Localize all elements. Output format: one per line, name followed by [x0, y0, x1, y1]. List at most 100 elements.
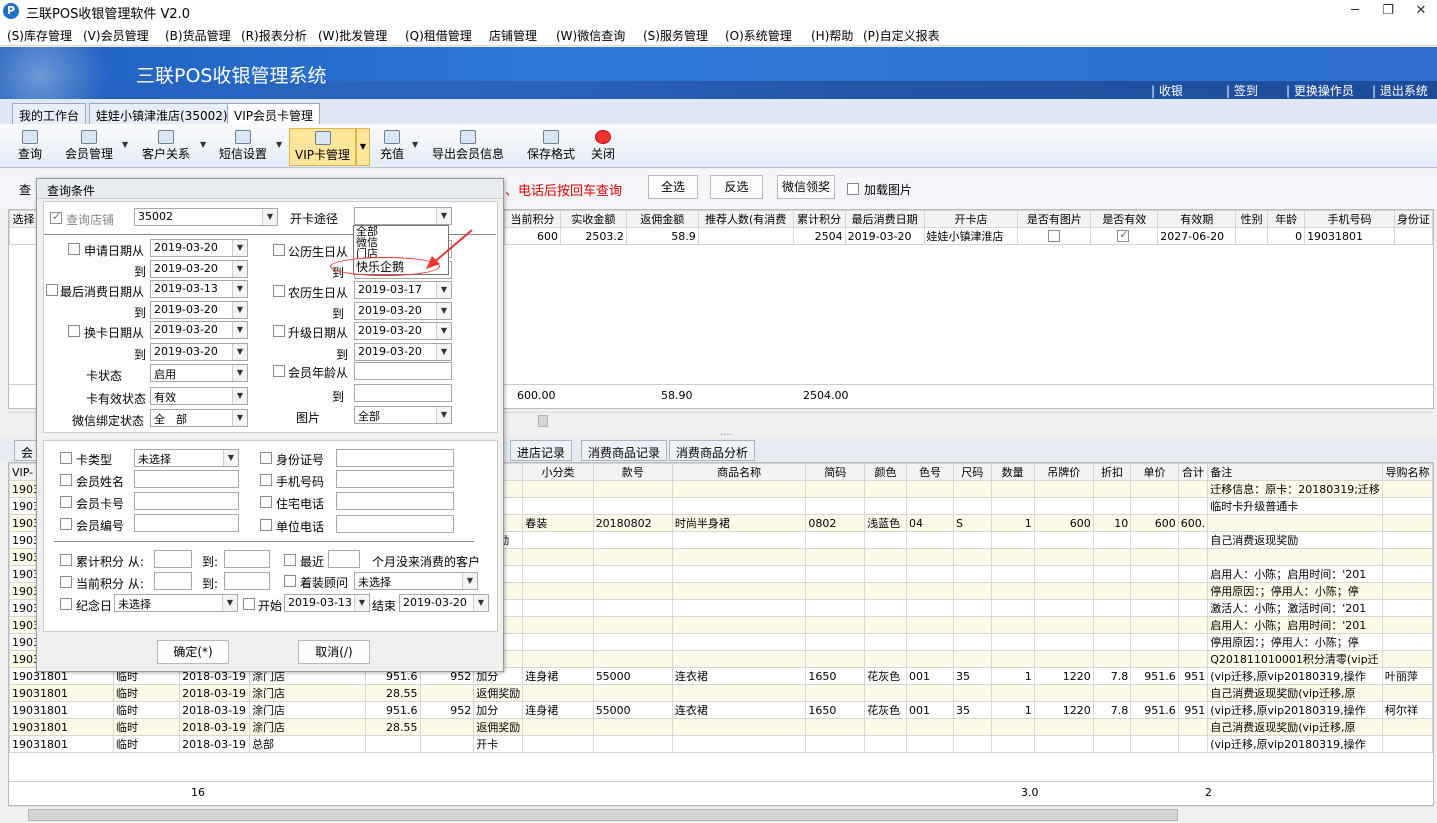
member-name-checkbox[interactable]	[60, 474, 72, 486]
recharge-dropdown-icon[interactable]: ▼	[412, 140, 418, 149]
menu-wechat[interactable]: (W)微信查询	[556, 27, 625, 44]
change-from-date[interactable]: 2019-03-20	[150, 321, 248, 339]
menu-goods[interactable]: (B)货品管理	[165, 27, 231, 44]
link-signin[interactable]: | 签到	[1226, 82, 1258, 99]
col-qty[interactable]: 数量	[990, 463, 1035, 481]
card-type-select[interactable]: 未选择	[134, 449, 239, 467]
member-age-checkbox[interactable]	[273, 365, 285, 377]
col-referrals[interactable]: 推荐人数(有消费	[697, 210, 794, 228]
card-type-checkbox[interactable]	[60, 452, 72, 464]
upgrade-to-date[interactable]: 2019-03-20	[354, 343, 452, 361]
member-manage-dropdown-icon[interactable]: ▼	[122, 140, 128, 149]
menu-custom-report[interactable]: (P)自定义报表	[863, 27, 940, 44]
change-to-date[interactable]: 2019-03-20	[150, 343, 248, 361]
member-manage-button[interactable]: 会员管理	[60, 128, 118, 166]
recent-months-field[interactable]	[328, 550, 360, 568]
total-points-checkbox[interactable]	[60, 554, 72, 566]
col-color-no[interactable]: 色号	[905, 463, 955, 481]
export-member-button[interactable]: 导出会员信息	[430, 128, 506, 166]
tab-vip-card[interactable]: VIP会员卡管理	[227, 103, 320, 125]
menu-help[interactable]: (H)帮助	[811, 27, 853, 44]
wechat-bind-select[interactable]: 全 部	[150, 409, 248, 427]
lunar-birthday-checkbox[interactable]	[273, 285, 285, 297]
query-button[interactable]: 查询	[14, 128, 46, 166]
close-tab-button[interactable]: 关闭	[589, 128, 617, 166]
picture-select[interactable]: 全部	[354, 406, 452, 424]
start-date[interactable]: 2019-03-13	[284, 594, 370, 612]
card-status-select[interactable]: 启用	[150, 364, 248, 382]
valid-cell[interactable]	[1090, 227, 1159, 245]
current-points-to[interactable]	[224, 572, 270, 590]
col-short-code[interactable]: 简码	[805, 463, 866, 481]
valid-status-select[interactable]: 有效	[150, 387, 248, 405]
col-current-points[interactable]: 当前积分	[504, 210, 561, 228]
advisor-select[interactable]: 未选择	[354, 572, 478, 590]
member-name-field[interactable]	[134, 470, 239, 488]
select-all-button[interactable]: 全选	[648, 175, 698, 199]
col-expiry[interactable]: 有效期	[1157, 210, 1237, 228]
vip-card-manage-button[interactable]: VIP卡管理	[289, 128, 356, 166]
mobile-checkbox[interactable]	[260, 474, 272, 486]
recharge-button[interactable]: 充值	[377, 128, 407, 166]
sms-settings-button[interactable]: 短信设置	[216, 128, 270, 166]
row-select-cell[interactable]	[9, 227, 38, 245]
invert-select-button[interactable]: 反选	[710, 175, 763, 199]
col-idcard[interactable]: 身份证	[1393, 210, 1433, 228]
tab-store[interactable]: 娃娃小镇津淮店(35002)	[89, 103, 235, 125]
col-mobile[interactable]: 手机号码	[1304, 210, 1395, 228]
current-points-from[interactable]	[154, 572, 192, 590]
menu-service[interactable]: (S)服务管理	[643, 27, 708, 44]
col-total-points[interactable]: 累计积分	[792, 210, 846, 228]
wechat-prize-button[interactable]: 微信领奖	[777, 175, 835, 199]
menu-rental[interactable]: (Q)租借管理	[405, 27, 472, 44]
advisor-checkbox[interactable]	[284, 575, 296, 587]
customer-relation-dropdown-icon[interactable]: ▼	[200, 140, 206, 149]
last-purchase-from[interactable]: 2019-03-13	[150, 280, 248, 298]
detail-scrollbar[interactable]	[8, 806, 1434, 822]
home-phone-checkbox[interactable]	[260, 496, 272, 508]
has-image-cell[interactable]	[1017, 227, 1092, 245]
vip-card-dropdown-button[interactable]: ▼	[356, 128, 370, 166]
sms-dropdown-icon[interactable]: ▼	[276, 140, 282, 149]
maximize-icon[interactable]: ❐	[1376, 2, 1400, 20]
start-checkbox[interactable]	[243, 598, 255, 610]
col-gender[interactable]: 性别	[1235, 210, 1269, 228]
tab-purchase-analysis[interactable]: 消费商品分析	[669, 440, 756, 461]
apply-date-checkbox[interactable]	[68, 243, 80, 255]
total-points-from[interactable]	[154, 550, 192, 568]
col-select[interactable]: 选择	[9, 210, 38, 228]
menu-member[interactable]: (V)会员管理	[83, 27, 149, 44]
tab-purchase-records[interactable]: 消费商品记录	[581, 440, 668, 461]
total-points-to[interactable]	[224, 550, 270, 568]
col-has-image[interactable]: 是否有图片	[1017, 210, 1092, 228]
col-open-store[interactable]: 开卡店	[923, 210, 1019, 228]
save-format-button[interactable]: 保存格式	[526, 128, 576, 166]
store-select[interactable]: 35002	[134, 208, 278, 226]
confirm-button[interactable]: 确定(*)	[157, 640, 229, 664]
upgrade-checkbox[interactable]	[273, 325, 285, 337]
lunar-from-date[interactable]: 2019-03-17	[354, 281, 452, 299]
menu-wholesale[interactable]: (W)批发管理	[318, 27, 387, 44]
memorial-select[interactable]: 未选择	[114, 594, 238, 612]
customer-relation-button[interactable]: 客户关系	[138, 128, 194, 166]
idcard-field[interactable]	[336, 449, 454, 467]
link-cashier[interactable]: | 收银	[1151, 82, 1183, 99]
menu-inventory[interactable]: (S)库存管理	[7, 27, 72, 44]
end-date[interactable]: 2019-03-20	[399, 594, 489, 612]
lunar-to-date[interactable]: 2019-03-20	[354, 302, 452, 320]
valid-checkbox[interactable]	[1117, 229, 1130, 242]
col-color[interactable]: 颜色	[864, 463, 907, 481]
tab-workbench[interactable]: 我的工作台	[12, 103, 87, 125]
col-valid[interactable]: 是否有效	[1090, 210, 1159, 228]
apply-to-date[interactable]: 2019-03-20	[150, 260, 248, 278]
has-image-checkbox[interactable]	[1048, 230, 1061, 242]
home-phone-field[interactable]	[336, 492, 454, 510]
col-tag-price[interactable]: 吊牌价	[1033, 463, 1094, 481]
recent-checkbox[interactable]	[284, 554, 296, 566]
menu-store[interactable]: 店铺管理	[489, 27, 537, 44]
table-row[interactable]: 19031801 临时 2018-03-19 涂门店 951.6 952 加分 连身裙 5500…	[9, 701, 1433, 719]
load-image-checkbox[interactable]	[847, 183, 859, 195]
table-row[interactable]: 19031801 临时 2018-03-19 总部 开卡 (vip迁移,原vip20180…	[9, 735, 1433, 753]
last-purchase-to[interactable]: 2019-03-20	[150, 301, 248, 319]
link-change-operator[interactable]: | 更换操作员	[1286, 82, 1354, 99]
